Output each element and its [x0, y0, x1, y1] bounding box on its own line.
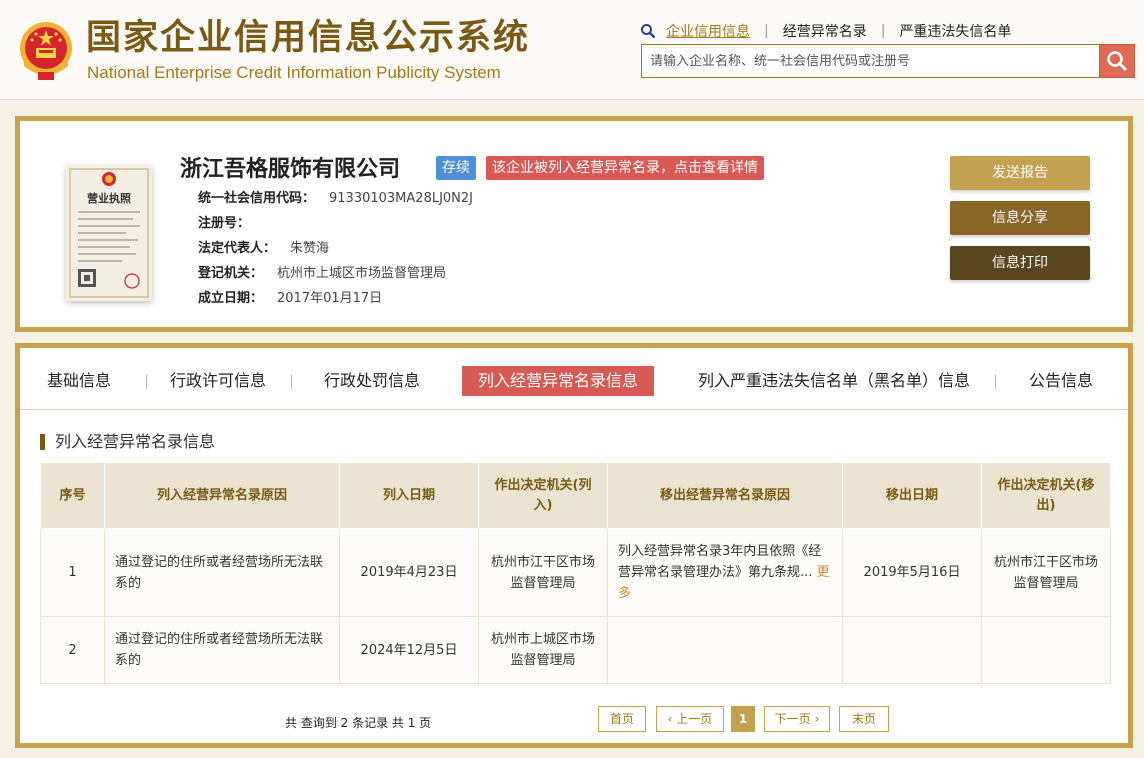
- info-label: 法定代表人：: [198, 241, 277, 256]
- chevron-left-icon: ‹: [667, 712, 677, 726]
- tab-bar: 基础信息 行政许可信息 行政处罚信息 列入经营异常名录信息 列入严重违法失信名单…: [20, 348, 1128, 410]
- pager-next-button[interactable]: 下一页 ›: [764, 706, 830, 732]
- share-info-button[interactable]: 信息分享: [950, 201, 1090, 235]
- tab-blacklist[interactable]: 列入严重违法失信名单（黑名单）信息: [698, 366, 970, 396]
- info-reg-authority: 登记机关： 杭州市上城区市场监督管理局: [198, 264, 446, 284]
- search-button[interactable]: [1099, 44, 1135, 78]
- info-label: 成立日期：: [198, 291, 264, 306]
- search-box: [641, 44, 1100, 78]
- col-header-no: 序号: [40, 462, 105, 529]
- pager-current-page[interactable]: 1: [731, 706, 755, 732]
- cell-no: 1: [40, 528, 105, 617]
- abnormal-warning-badge[interactable]: 该企业被列入经营异常名录，点击查看详情: [486, 156, 764, 180]
- cell-no: 2: [40, 616, 105, 684]
- cell-authority-out: [981, 616, 1111, 684]
- nav-serious-violation-list[interactable]: 严重违法失信名单: [899, 21, 1011, 41]
- cell-date-in: 2024年12月5日: [339, 616, 479, 684]
- info-label: 登记机关：: [198, 266, 264, 281]
- status-badge: 存续: [436, 156, 476, 180]
- tab-basic-info[interactable]: 基础信息: [47, 366, 111, 396]
- nav-divider: |: [764, 23, 769, 39]
- nav-abnormal-list[interactable]: 经营异常名录: [783, 21, 867, 41]
- tab-divider: [146, 375, 147, 389]
- tab-divider: [291, 375, 292, 389]
- table-header-row: 序号 列入经营异常名录原因 列入日期 作出决定机关(列入) 移出经营异常名录原因…: [40, 462, 1111, 529]
- tab-divider: [995, 375, 996, 389]
- tab-admin-penalty[interactable]: 行政处罚信息: [324, 366, 420, 396]
- cell-reason: 通过登记的住所或者经营场所无法联系的: [104, 528, 340, 617]
- send-report-button[interactable]: 发送报告: [950, 156, 1090, 190]
- table-row: 2 通过登记的住所或者经营场所无法联系的 2024年12月5日 杭州市上城区市场…: [40, 616, 1111, 684]
- cell-authority-in: 杭州市江干区市场监督管理局: [478, 528, 608, 617]
- col-header-reason: 列入经营异常名录原因: [104, 462, 340, 529]
- cell-date-out: [842, 616, 982, 684]
- tab-admin-license[interactable]: 行政许可信息: [170, 366, 266, 396]
- info-legal-rep: 法定代表人： 朱赞海: [198, 239, 329, 259]
- info-value: 朱赞海: [290, 241, 330, 256]
- search-input[interactable]: [650, 53, 1100, 69]
- cell-date-in: 2019年4月23日: [339, 528, 479, 617]
- info-value: 杭州市上城区市场监督管理局: [277, 266, 447, 281]
- site-title-cn: 国家企业信用信息公示系统: [86, 18, 531, 58]
- remove-reason-text: 列入经营异常名录3年内且依照《经营异常名录管理办法》第九条规...: [618, 544, 822, 580]
- search-icon: [641, 24, 656, 39]
- col-header-authority-in: 作出决定机关(列入): [478, 462, 608, 529]
- cell-authority-out: 杭州市江干区市场监督管理局: [981, 528, 1111, 617]
- info-established-date: 成立日期： 2017年01月17日: [198, 289, 382, 309]
- top-nav: 企业信用信息 | 经营异常名录 | 严重违法失信名单: [640, 20, 1011, 42]
- cell-authority-in: 杭州市上城区市场监督管理局: [478, 616, 608, 684]
- section-title: 列入经营异常名录信息: [40, 434, 215, 450]
- business-license-image[interactable]: 营业执照: [66, 165, 152, 301]
- table-row: 1 通过登记的住所或者经营场所无法联系的 2019年4月23日 杭州市江干区市场…: [40, 528, 1111, 617]
- info-credit-code: 统一社会信用代码： 91330103MA28LJ0N2J: [198, 189, 473, 209]
- pager-last-button[interactable]: 末页: [839, 706, 889, 732]
- pager-prev-label: 上一页: [676, 712, 713, 726]
- pager-prev-button[interactable]: ‹ 上一页: [656, 706, 724, 732]
- col-header-authority-out: 作出决定机关(移出): [981, 462, 1111, 529]
- chevron-right-icon: ›: [810, 712, 820, 726]
- cell-remove-reason: [607, 616, 843, 684]
- site-title-en: National Enterprise Credit Information P…: [87, 63, 501, 82]
- site-header: 国家企业信用信息公示系统 National Enterprise Credit …: [0, 0, 1144, 100]
- detail-panel: 基础信息 行政许可信息 行政处罚信息 列入经营异常名录信息 列入严重违法失信名单…: [15, 343, 1133, 748]
- col-header-date-in: 列入日期: [339, 462, 479, 529]
- info-reg-number: 注册号：: [198, 214, 264, 234]
- cell-remove-reason: 列入经营异常名录3年内且依照《经营异常名录管理办法》第九条规... 更多: [607, 528, 843, 617]
- national-emblem-icon: [20, 22, 72, 80]
- col-header-date-out: 移出日期: [842, 462, 982, 529]
- print-info-button[interactable]: 信息打印: [950, 246, 1090, 280]
- cell-reason: 通过登记的住所或者经营场所无法联系的: [104, 616, 340, 684]
- company-summary-card: 营业执照 浙江吾格服饰有限公司 存续 该企业被列入经营异常名录，点击查看详情 统…: [15, 116, 1133, 332]
- company-name: 浙江吾格服饰有限公司: [180, 157, 401, 182]
- search-icon: [1107, 51, 1128, 72]
- pager-next-label: 下一页: [774, 712, 811, 726]
- info-label: 统一社会信用代码：: [198, 191, 316, 206]
- nav-enterprise-credit[interactable]: 企业信用信息: [666, 21, 750, 41]
- tab-announcements[interactable]: 公告信息: [1029, 366, 1093, 396]
- tab-abnormal-list[interactable]: 列入经营异常名录信息: [462, 366, 655, 396]
- nav-divider: |: [880, 23, 886, 39]
- pager-first-button[interactable]: 首页: [598, 706, 646, 732]
- info-label: 注册号：: [198, 216, 251, 231]
- info-value: 91330103MA28LJ0N2J: [329, 191, 474, 206]
- info-value: 2017年01月17日: [277, 291, 383, 306]
- cell-date-out: 2019年5月16日: [842, 528, 982, 617]
- svg-text:营业执照: 营业执照: [87, 191, 131, 205]
- license-title: 营业执照: [87, 191, 131, 205]
- col-header-remove-reason: 移出经营异常名录原因: [607, 462, 843, 529]
- pager-summary: 共 查询到 2 条记录 共 1 页: [285, 716, 432, 730]
- abnormal-list-table: 序号 列入经营异常名录原因 列入日期 作出决定机关(列入) 移出经营异常名录原因…: [40, 462, 1111, 684]
